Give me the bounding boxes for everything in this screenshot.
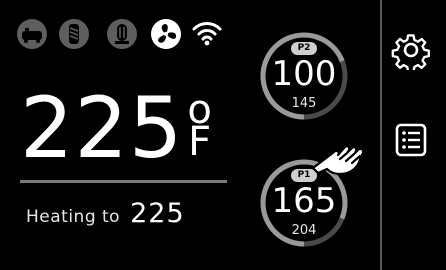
current-temperature: 225 bbox=[20, 79, 184, 177]
menu-button[interactable] bbox=[394, 122, 428, 158]
grill-icon bbox=[16, 18, 48, 50]
grill-controller-screen: 225 o F Heating to 225 P2 100 145 P1 165… bbox=[0, 0, 446, 270]
current-temperature-display: 225 o F bbox=[20, 86, 212, 176]
hand-pointer-icon bbox=[310, 128, 374, 180]
probe-p2-target: 145 bbox=[291, 96, 317, 111]
divider bbox=[20, 180, 227, 183]
wifi-icon bbox=[192, 18, 222, 48]
probe-p1-target: 204 bbox=[291, 223, 317, 238]
heating-label: Heating to bbox=[26, 207, 121, 227]
probe-p1-current: 165 bbox=[271, 181, 337, 221]
fan-icon bbox=[150, 18, 182, 50]
sidebar-divider bbox=[380, 0, 382, 270]
temperature-unit: o F bbox=[187, 90, 212, 165]
auger-icon bbox=[58, 18, 90, 50]
probe-p2-gauge[interactable]: P2 100 145 bbox=[258, 30, 350, 122]
probe-p2-current: 100 bbox=[271, 54, 337, 94]
heating-status: Heating to 225 bbox=[26, 198, 185, 229]
unit-letter: F bbox=[188, 119, 212, 165]
target-temperature[interactable]: 225 bbox=[130, 198, 185, 229]
menu-list-icon bbox=[395, 123, 427, 157]
igniter-icon bbox=[106, 18, 138, 50]
gear-icon bbox=[391, 34, 430, 73]
settings-button[interactable] bbox=[391, 30, 431, 73]
